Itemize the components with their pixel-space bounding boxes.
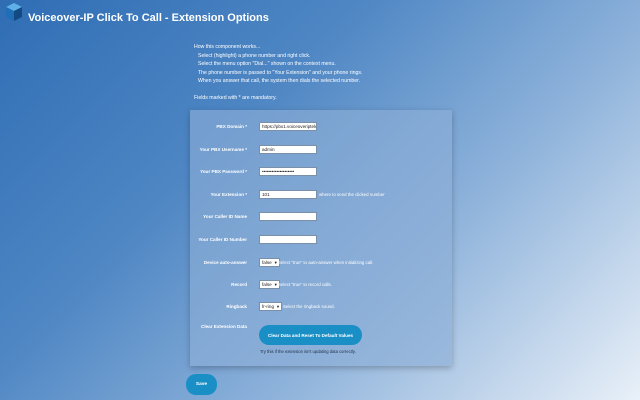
record-select[interactable]: false ▼ bbox=[259, 280, 280, 289]
auto-answer-row: Device auto-answer false ▼ Select "true"… bbox=[190, 258, 452, 272]
pbx-domain-input[interactable]: https://pbx1.voiceoveriptelecom bbox=[259, 122, 317, 131]
pbx-domain-label: PBX Domain * bbox=[216, 124, 247, 129]
cube-logo-icon bbox=[6, 3, 22, 21]
caller-id-name-input[interactable] bbox=[259, 212, 317, 221]
chevron-down-icon: ▼ bbox=[276, 304, 280, 309]
record-hint: Select "true" to record calls. bbox=[278, 282, 332, 287]
instruction-step: Select (highlight) a phone number and ri… bbox=[198, 52, 311, 59]
instruction-step: When you answer that call, the system th… bbox=[198, 78, 361, 85]
extension-hint: where to send the clicked number bbox=[319, 192, 385, 197]
auto-answer-label: Device auto-answer bbox=[203, 260, 247, 265]
caller-id-number-label: Your Caller ID Number bbox=[198, 237, 247, 242]
extension-input[interactable]: 101 bbox=[259, 190, 317, 199]
clear-data-note: Try this if the extension isn't updating… bbox=[260, 349, 356, 354]
caller-id-number-row: Your Caller ID Number bbox=[190, 235, 452, 249]
password-row: Your PBX Password * •••••••••••••••••••• bbox=[190, 167, 452, 181]
record-value: false bbox=[262, 282, 272, 287]
auto-answer-value: false bbox=[262, 260, 272, 265]
extension-label: Your Extension * bbox=[210, 192, 247, 197]
page-title: Voiceover-IP Click To Call - Extension O… bbox=[28, 12, 269, 24]
caller-id-name-row: Your Caller ID Name bbox=[190, 212, 452, 226]
record-label: Record bbox=[231, 282, 247, 287]
auto-answer-select[interactable]: false ▼ bbox=[259, 258, 280, 267]
save-button[interactable]: Save bbox=[186, 374, 217, 395]
pbx-domain-row: PBX Domain * https://pbx1.voiceoveriptel… bbox=[190, 122, 452, 136]
caller-id-number-input[interactable] bbox=[259, 235, 317, 244]
record-row: Record false ▼ Select "true" to record c… bbox=[190, 280, 452, 294]
ringback-select[interactable]: fr-ring ▼ bbox=[259, 302, 282, 311]
ringback-value: fr-ring bbox=[262, 304, 274, 309]
ringback-row: Ringback fr-ring ▼ Select the ringback s… bbox=[190, 302, 452, 316]
password-input[interactable]: •••••••••••••••••••• bbox=[259, 167, 317, 176]
options-form: PBX Domain * https://pbx1.voiceoveriptel… bbox=[190, 110, 452, 366]
header: Voiceover-IP Click To Call - Extension O… bbox=[0, 0, 640, 36]
username-label: Your PBX Username * bbox=[199, 147, 247, 152]
clear-data-button[interactable]: Clear Data and Reset To Default Values bbox=[259, 325, 362, 345]
caller-id-name-label: Your Caller ID Name bbox=[203, 214, 247, 219]
ringback-label: Ringback bbox=[226, 304, 247, 309]
username-row: Your PBX Username * admin bbox=[190, 145, 452, 159]
ringback-hint: Select the ringback sound. bbox=[283, 304, 335, 309]
username-input[interactable]: admin bbox=[259, 145, 317, 154]
instruction-step: The phone number is passed to "Your Exte… bbox=[198, 69, 363, 76]
clear-data-label: Clear Extension Data bbox=[201, 324, 247, 329]
password-label: Your PBX Password * bbox=[200, 169, 247, 174]
auto-answer-hint: Select "true" to auto-answer when initia… bbox=[278, 260, 374, 265]
required-note: Fields marked with * are mandatory. bbox=[194, 94, 277, 101]
instructions: How this component works... Select (high… bbox=[194, 43, 362, 103]
instruction-step: Select the menu option "Dial..." shown o… bbox=[198, 61, 336, 68]
instructions-heading: How this component works... bbox=[194, 44, 261, 50]
extension-row: Your Extension * 101 where to send the c… bbox=[190, 190, 452, 204]
